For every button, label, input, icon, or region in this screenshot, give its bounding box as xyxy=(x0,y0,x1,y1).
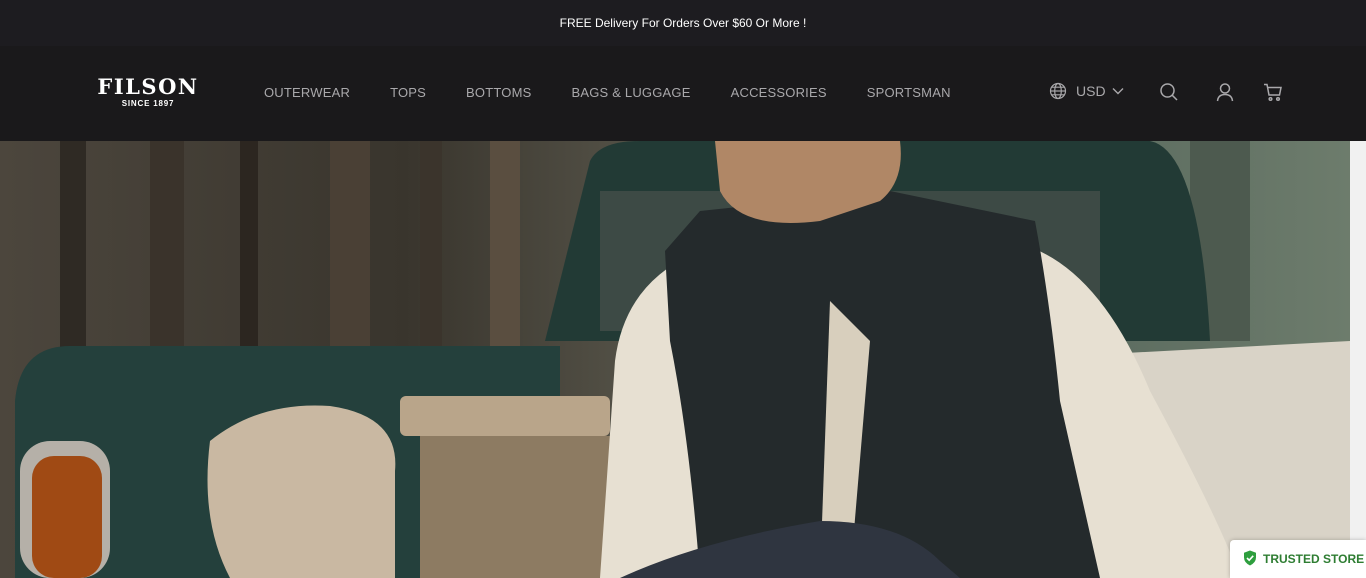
main-nav: OUTERWEAR TOPS BOTTOMS BAGS & LUGGAGE AC… xyxy=(264,84,991,102)
hero-banner-image xyxy=(0,141,1350,578)
logo-since: SINCE 1897 xyxy=(121,99,175,108)
announcement-text: FREE Delivery For Orders Over $60 Or Mor… xyxy=(559,16,807,30)
nav-item-accessories[interactable]: ACCESSORIES xyxy=(731,84,827,102)
trusted-store-label: TRUSTED STORE xyxy=(1263,552,1365,566)
account-icon[interactable] xyxy=(1215,82,1235,102)
hero-illustration xyxy=(0,141,1350,578)
nav-item-bags-luggage[interactable]: BAGS & LUGGAGE xyxy=(572,84,691,102)
announcement-bar: FREE Delivery For Orders Over $60 Or Mor… xyxy=(0,0,1366,46)
shield-check-icon xyxy=(1243,550,1257,569)
search-icon[interactable] xyxy=(1159,82,1179,102)
currency-code: USD xyxy=(1076,83,1106,99)
nav-item-sportsman[interactable]: SPORTSMAN xyxy=(867,84,951,102)
cart-icon[interactable] xyxy=(1263,82,1283,102)
page-scrollbar[interactable] xyxy=(1350,141,1366,578)
globe-icon xyxy=(1049,82,1067,100)
nav-item-tops[interactable]: TOPS xyxy=(390,84,426,102)
currency-selector[interactable]: USD xyxy=(1049,82,1124,100)
filson-logo[interactable]: FILSON SINCE 1897 xyxy=(86,75,210,109)
nav-item-outerwear[interactable]: OUTERWEAR xyxy=(264,84,350,102)
nav-item-bottoms[interactable]: BOTTOMS xyxy=(466,84,531,102)
trusted-store-badge[interactable]: TRUSTED STORE xyxy=(1230,540,1366,578)
chevron-down-icon xyxy=(1112,87,1124,95)
logo-name: FILSON xyxy=(97,74,199,99)
site-header: FILSON SINCE 1897 OUTERWEAR TOPS BOTTOMS… xyxy=(0,46,1366,141)
